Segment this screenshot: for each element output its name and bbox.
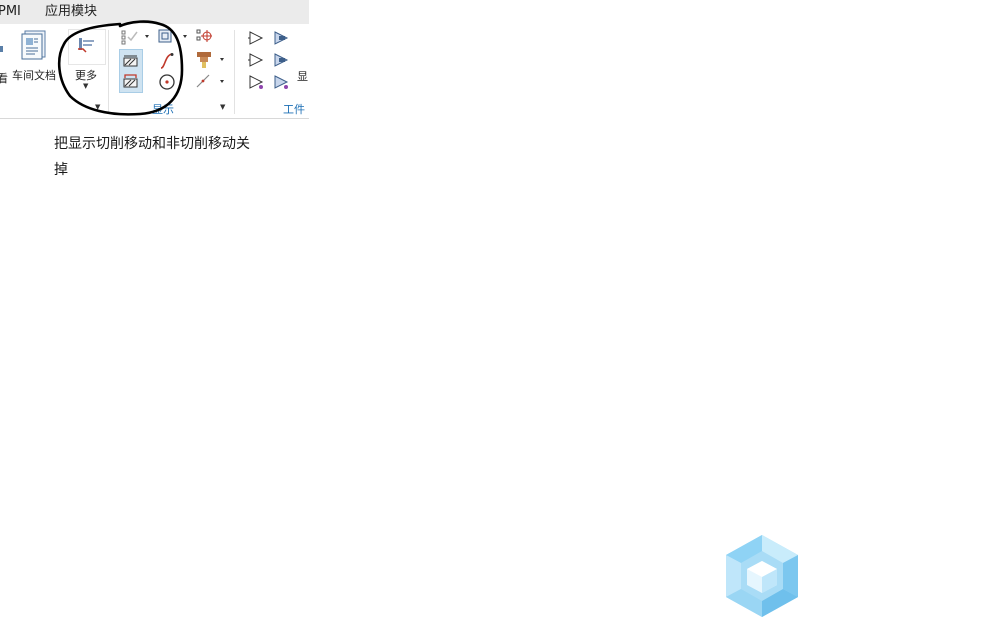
watermark-cube-logo (726, 535, 798, 617)
note-line-1: 把显示切削移动和非切削移动关 (54, 136, 250, 152)
note-line-2: 掉 (54, 162, 68, 178)
annotation-note: 把显示切削移动和非切削移动关 掉 (54, 131, 274, 183)
hand-drawn-circle (57, 20, 184, 116)
